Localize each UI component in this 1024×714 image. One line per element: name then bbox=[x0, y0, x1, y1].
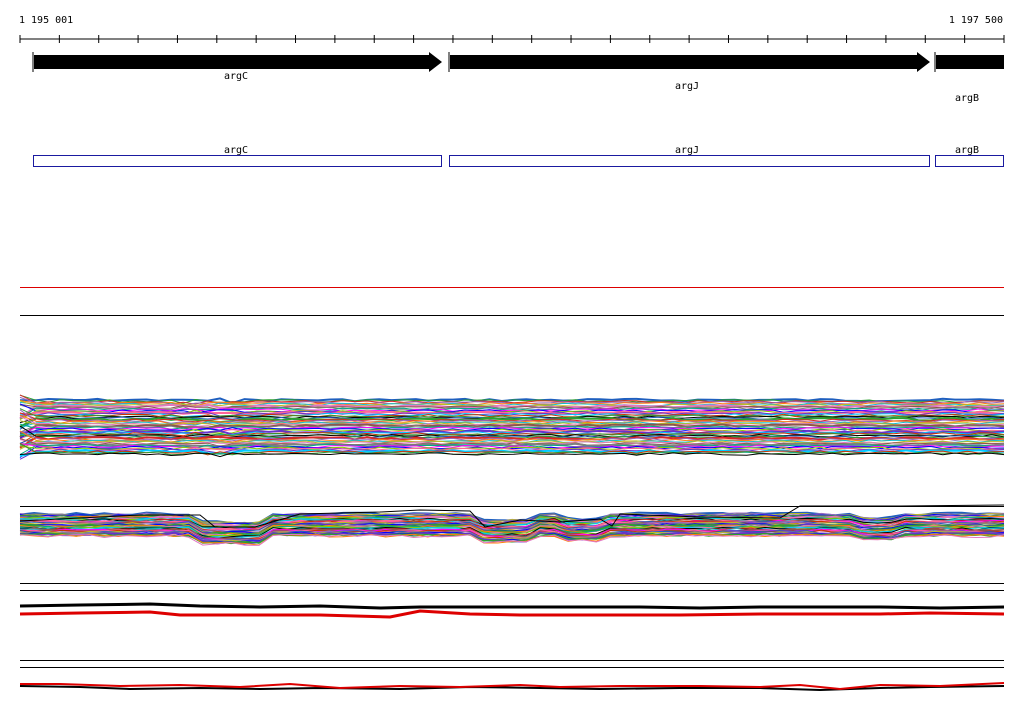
cds-argJ[interactable]: argJ bbox=[449, 145, 930, 167]
cds-argB[interactable]: argB bbox=[935, 145, 1004, 167]
cds-argJ-label: argJ bbox=[675, 145, 699, 156]
cds-argJ-box[interactable] bbox=[449, 155, 930, 167]
paired-signal-track-2[interactable] bbox=[19, 682, 1005, 692]
multi-sample-coverage-track-2[interactable] bbox=[19, 504, 1005, 546]
gene-track[interactable]: argC argJ argB bbox=[32, 52, 1004, 104]
ruler-start-label: 1 195 001 bbox=[19, 15, 73, 26]
red-signal-line bbox=[19, 609, 1005, 619]
track-dividers-2 bbox=[20, 660, 1004, 668]
gene-argB[interactable]: argB bbox=[934, 52, 1004, 104]
gene-argJ-label: argJ bbox=[675, 81, 699, 92]
cds-track[interactable]: argC argJ argB bbox=[33, 145, 1004, 167]
cds-argB-label: argB bbox=[955, 145, 979, 156]
cds-argC-label: argC bbox=[224, 145, 248, 156]
cds-argC-box[interactable] bbox=[33, 155, 442, 167]
black-signal-line bbox=[19, 602, 1005, 610]
cds-argC[interactable]: argC bbox=[33, 145, 442, 167]
cds-argB-box[interactable] bbox=[935, 155, 1004, 167]
gene-argC-arrow[interactable] bbox=[34, 52, 442, 72]
gene-argB-label: argB bbox=[955, 93, 979, 104]
genome-browser-view: 1 195 001 1 197 500 argC argJ argB argC … bbox=[19, 15, 1005, 692]
gene-argJ[interactable]: argJ bbox=[448, 52, 930, 92]
gene-argB-arrow[interactable] bbox=[936, 55, 1004, 69]
gene-argC[interactable]: argC bbox=[32, 52, 442, 82]
track-dividers bbox=[20, 583, 1004, 591]
gene-argC-label: argC bbox=[224, 71, 248, 82]
multi-sample-coverage-track-1[interactable] bbox=[19, 394, 1005, 460]
paired-signal-track-1[interactable] bbox=[19, 602, 1005, 619]
ruler-end-label: 1 197 500 bbox=[949, 15, 1003, 26]
coordinate-ruler: 1 195 001 1 197 500 bbox=[19, 15, 1005, 43]
gene-argJ-arrow[interactable] bbox=[450, 52, 930, 72]
